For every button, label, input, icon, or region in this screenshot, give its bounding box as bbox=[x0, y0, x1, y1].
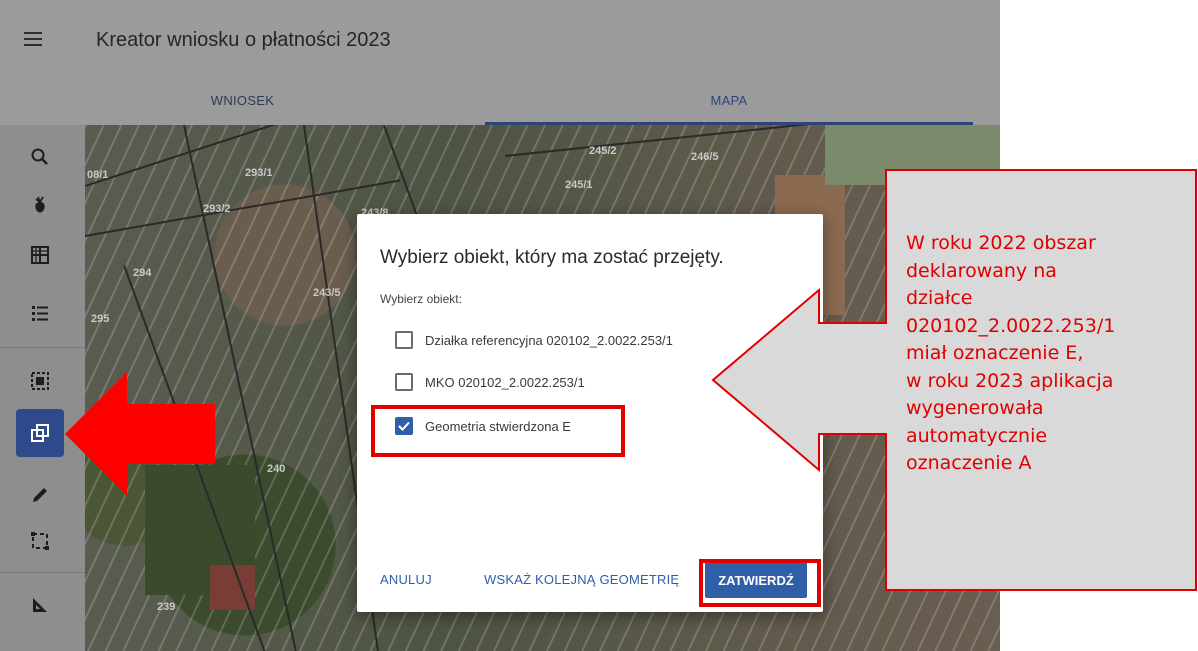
callout-line: deklarowany na bbox=[906, 259, 1057, 282]
measure-tool-button[interactable] bbox=[16, 581, 64, 629]
crop-tool-button[interactable] bbox=[16, 181, 64, 229]
parcel-label: 295 bbox=[91, 313, 110, 325]
callout-line: 020102_2.0022.253/1 bbox=[906, 314, 1116, 337]
checkbox[interactable] bbox=[395, 373, 413, 391]
list-icon bbox=[32, 306, 48, 321]
callout-line: wygenerowała bbox=[906, 397, 1044, 419]
select-area-tool-button[interactable] bbox=[16, 357, 64, 405]
parcel-label: 293/2 bbox=[203, 203, 231, 215]
callout-line: W roku 2022 obszar bbox=[906, 232, 1096, 254]
dashed-rectangle-tool-button[interactable] bbox=[16, 517, 64, 565]
list-tool-button[interactable] bbox=[16, 289, 64, 337]
parcel-label: 245/1 bbox=[565, 179, 593, 191]
tab-bar: WNIOSEK MAPA bbox=[0, 85, 1000, 125]
tab-mapa[interactable]: MAPA bbox=[485, 85, 973, 125]
grid-icon bbox=[31, 246, 49, 264]
toolbar-divider bbox=[0, 572, 85, 573]
parcel-label: 245/2 bbox=[589, 145, 617, 157]
option-label: Działka referencyjna 020102_2.0022.253/1 bbox=[425, 332, 673, 348]
parcel-boundary bbox=[85, 179, 401, 237]
callout-line: automatycznie bbox=[906, 424, 1048, 447]
option-reference-parcel[interactable]: Działka referencyjna 020102_2.0022.253/1 bbox=[395, 330, 673, 350]
select-area-icon bbox=[31, 372, 49, 390]
parcel-label: 08/1 bbox=[87, 169, 109, 181]
red-arrow-icon bbox=[65, 372, 215, 496]
crop-icon bbox=[35, 196, 45, 213]
checkbox[interactable] bbox=[395, 331, 413, 349]
parcel-label: 239 bbox=[157, 601, 176, 613]
callout-line: oznaczenie A bbox=[906, 452, 1032, 474]
search-icon bbox=[31, 148, 48, 165]
parcel-boundary bbox=[85, 125, 371, 187]
parcel-label: 243/5 bbox=[313, 287, 341, 299]
hamburger-menu-icon[interactable] bbox=[20, 28, 46, 52]
dialog-subtitle: Wybierz obiekt: bbox=[380, 292, 462, 306]
select-next-geometry-button[interactable]: WSKAŻ KOLEJNĄ GEOMETRIĘ bbox=[484, 572, 679, 587]
parcel-label: 240 bbox=[267, 463, 286, 475]
dashed-rectangle-icon bbox=[31, 532, 49, 550]
copy-geometry-tool-button[interactable] bbox=[16, 409, 64, 457]
parcel-label: 293/1 bbox=[245, 167, 273, 179]
cancel-button[interactable]: ANULUJ bbox=[380, 572, 432, 587]
ruler-triangle-icon bbox=[33, 598, 47, 612]
copy-geometry-icon bbox=[31, 424, 49, 442]
callout-line: w roku 2023 aplikacja bbox=[906, 369, 1114, 392]
pencil-icon bbox=[33, 488, 47, 502]
dialog-title: Wybierz obiekt, który ma zostać przejęty… bbox=[380, 247, 724, 268]
option-label: MKO 020102_2.0022.253/1 bbox=[425, 374, 585, 390]
search-tool-button[interactable] bbox=[16, 133, 64, 181]
callout-line: działce bbox=[906, 287, 973, 309]
callout-text: W roku 2022 obszar deklarowany na działc… bbox=[906, 230, 1196, 478]
grid-tool-button[interactable] bbox=[16, 231, 64, 279]
callout-line: miał oznaczenie E, bbox=[906, 342, 1084, 364]
option-mko[interactable]: MKO 020102_2.0022.253/1 bbox=[395, 372, 585, 392]
edit-tool-button[interactable] bbox=[16, 471, 64, 519]
app-header: Kreator wniosku o płatności 2023 bbox=[0, 0, 1000, 85]
app-title: Kreator wniosku o płatności 2023 bbox=[96, 29, 391, 51]
tab-wniosek[interactable]: WNIOSEK bbox=[0, 85, 485, 125]
parcel-label: 246/5 bbox=[691, 151, 719, 163]
parcel-label: 294 bbox=[133, 267, 152, 279]
highlight-box-geometry-option bbox=[371, 405, 625, 457]
toolbar-divider bbox=[0, 347, 85, 348]
